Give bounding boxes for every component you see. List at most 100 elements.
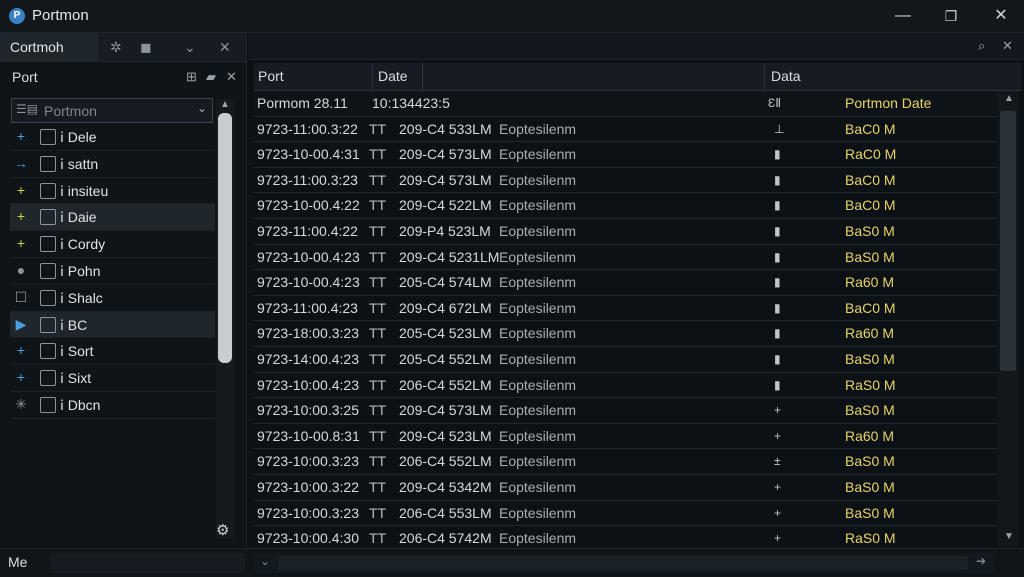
tree-item-checkbox[interactable] (40, 316, 56, 333)
tree-item-checkbox[interactable] (40, 155, 56, 172)
expander-icon[interactable]: + (13, 182, 29, 198)
pin-icon[interactable]: ◼ (140, 39, 152, 56)
cell-time: 10:134423:5 (372, 95, 450, 111)
cell-flag: TT (369, 248, 387, 265)
cell-data: RaC0 M (845, 146, 897, 163)
expander-icon[interactable]: + (13, 369, 29, 385)
title-bar: P Portmon — ❐ ✕ (0, 0, 1024, 33)
table-row[interactable]: 9723-10-00.4:31 TT 209-C4 573LM Eoptesilenm… (254, 142, 998, 168)
port-selector-value: Portmon (44, 103, 97, 119)
expander-icon[interactable]: ☐ (13, 289, 29, 306)
cell-port: 9723-10:00.4:23 (257, 376, 359, 393)
table-row[interactable]: 9723-10:00.3:23 TT 206-C4 552LM Eoptesilenm… (254, 449, 998, 475)
column-header-data[interactable]: Data (771, 68, 801, 84)
minimize-button[interactable]: — (883, 4, 923, 28)
expander-icon[interactable]: ✳ (13, 396, 29, 413)
tree-item-checkbox[interactable] (40, 262, 56, 279)
table-row[interactable]: 9723-10:00.4:23 TT 206-C4 552LM Eoptesilenm… (254, 373, 998, 399)
tree-item-checkbox[interactable] (40, 209, 56, 226)
table-row[interactable]: 9723-14:00.4:23 TT 205-C4 552LM Eoptesilenm… (254, 347, 998, 373)
dropdown-icon[interactable]: ⌄ (184, 39, 196, 56)
gear-icon[interactable]: ✲ (110, 39, 122, 56)
horizontal-scroll-thumb[interactable] (278, 556, 968, 570)
table-row[interactable]: 9723-10-00.4:23 TT 205-C4 574LM Eoptesilenm… (254, 270, 998, 296)
table-row[interactable]: 9723-10-00.4:22 TT 209-C4 522LM Eoptesilenm… (254, 193, 998, 219)
scroll-up-icon[interactable]: ▲ (218, 99, 232, 110)
scroll-right-icon[interactable]: ➔ (976, 554, 986, 568)
tree-item[interactable]: ☐ ⅰ Shalc (10, 285, 215, 312)
table-row[interactable]: Pormom 28.11 10:134423:5 ƐⅡ Portmon Date (254, 91, 998, 117)
cell-date: 209-C4 573LM (399, 171, 492, 188)
tree-item[interactable]: + ⅰ Dele (10, 124, 215, 151)
column-separator[interactable] (764, 63, 765, 90)
expander-icon[interactable]: + (13, 342, 29, 358)
tree-item-checkbox[interactable] (40, 182, 56, 199)
cell-glyph: ▮ (774, 300, 781, 315)
tree-item-checkbox[interactable] (40, 289, 56, 306)
column-separator[interactable] (422, 63, 423, 90)
tree-item[interactable]: + ⅰ Cordy (10, 231, 215, 258)
table-row[interactable]: 9723-11:00.3:23 TT 209-C4 573LM Eoptesilenm… (254, 168, 998, 194)
cell-description: Eoptesilenm (499, 350, 577, 367)
filter-icon[interactable]: ⊞ (186, 69, 197, 85)
table-row[interactable]: 9723-10:00.3:25 TT 209-C4 573LM Eoptesilenm… (254, 398, 998, 424)
scroll-up-icon[interactable]: ▲ (1002, 93, 1016, 104)
tree-item-checkbox[interactable] (40, 370, 56, 387)
scroll-left-icon[interactable]: ⌄ (260, 554, 270, 568)
expander-icon[interactable]: ● (13, 262, 29, 278)
tree-item[interactable]: + ⅰ Sixt (10, 365, 215, 392)
cell-date: 205-C4 574LM (399, 274, 492, 291)
tree-item[interactable]: ✳ ⅰ Dbcn (10, 392, 215, 419)
table-row[interactable]: 9723-11:00.4:22 TT 209-P4 523LM Eoptesilenm… (254, 219, 998, 245)
tree-item[interactable]: ▶ ⅰ BC (10, 311, 215, 339)
tree-item[interactable]: → ⅰ sattn (10, 151, 215, 178)
cell-description: Eoptesilenm (499, 504, 577, 521)
tab-cortmoh[interactable]: Cortmoh (0, 33, 98, 61)
settings-gear-icon[interactable]: ⚙ (216, 521, 229, 539)
table-row[interactable]: 9723-18:00.3:23 TT 205-C4 523LM Eoptesilenm… (254, 321, 998, 347)
table-row[interactable]: 9723-10-00.8:31 TT 209-C4 523LM Eoptesilenm… (254, 424, 998, 450)
scroll-thumb[interactable] (218, 113, 232, 363)
cell-port: 9723-11:00.4:23 (257, 299, 358, 316)
cell-flag: TT (369, 530, 387, 547)
expander-icon[interactable]: + (13, 208, 29, 224)
chevron-down-icon[interactable]: ⌄ (197, 101, 207, 115)
column-separator[interactable] (372, 63, 373, 90)
horizontal-scrollbar[interactable]: ⌄ ➔ (254, 553, 994, 573)
clear-icon[interactable]: ▰ (206, 69, 216, 85)
cell-description: Eoptesilenm (499, 530, 577, 547)
left-scrollbar[interactable]: ▲ (216, 99, 234, 539)
table-row[interactable]: 9723-10:00.3:23 TT 206-C4 553LM Eoptesilenm… (254, 501, 998, 527)
status-bar: Me ⌄ ➔ (0, 548, 1024, 577)
column-header-date[interactable]: Date (378, 68, 408, 84)
panel-close-icon[interactable]: ✕ (226, 69, 237, 85)
cell-date: 209-P4 523LM (399, 222, 491, 239)
tree-item[interactable]: + ⅰ Daie (10, 204, 215, 232)
right-scrollbar[interactable]: ▲ ▼ (998, 91, 1018, 547)
column-header-port[interactable]: Port (258, 68, 284, 84)
scroll-down-icon[interactable]: ▼ (1002, 531, 1016, 542)
tree-item-checkbox[interactable] (40, 129, 56, 145)
tree-item-checkbox[interactable] (40, 396, 56, 413)
tree-item[interactable]: + ⅰ Sort (10, 338, 215, 366)
close-button[interactable]: ✕ (981, 4, 1021, 28)
table-row[interactable]: 9723-10:00.3:22 TT 209-C4 5342M Eoptesilenm… (254, 475, 998, 501)
port-selector[interactable]: ☰▤ Portmon ⌄ (11, 98, 213, 123)
expander-icon[interactable]: + (13, 128, 29, 144)
tree-item[interactable]: + ⅰ insiteu (10, 178, 215, 205)
maximize-button[interactable]: ❐ (931, 4, 971, 28)
expander-icon[interactable]: + (13, 235, 29, 251)
expander-icon[interactable]: → (13, 155, 29, 171)
table-row[interactable]: 9723-11:00.4:23 TT 209-C4 672LM Eoptesilenm… (254, 296, 998, 322)
tree-item-checkbox[interactable] (40, 343, 56, 360)
tab-close-icon[interactable]: ✕ (219, 39, 231, 56)
search-icon[interactable]: ⌕ (978, 38, 985, 54)
log-close-icon[interactable]: ✕ (1002, 38, 1013, 54)
table-row[interactable]: 9723-10-00.4:23 TT 209-C4 5231LM Eoptesilen… (254, 245, 998, 271)
tree-item-checkbox[interactable] (40, 236, 56, 253)
expander-icon[interactable]: ▶ (13, 316, 29, 333)
table-row[interactable]: 9723-11:00.3:22 TT 209-C4 533LM Eoptesilenm… (254, 117, 998, 143)
port-panel-title: Port (12, 69, 38, 85)
tree-item[interactable]: ● ⅰ Pohn (10, 258, 215, 285)
scroll-thumb[interactable] (1000, 111, 1016, 371)
